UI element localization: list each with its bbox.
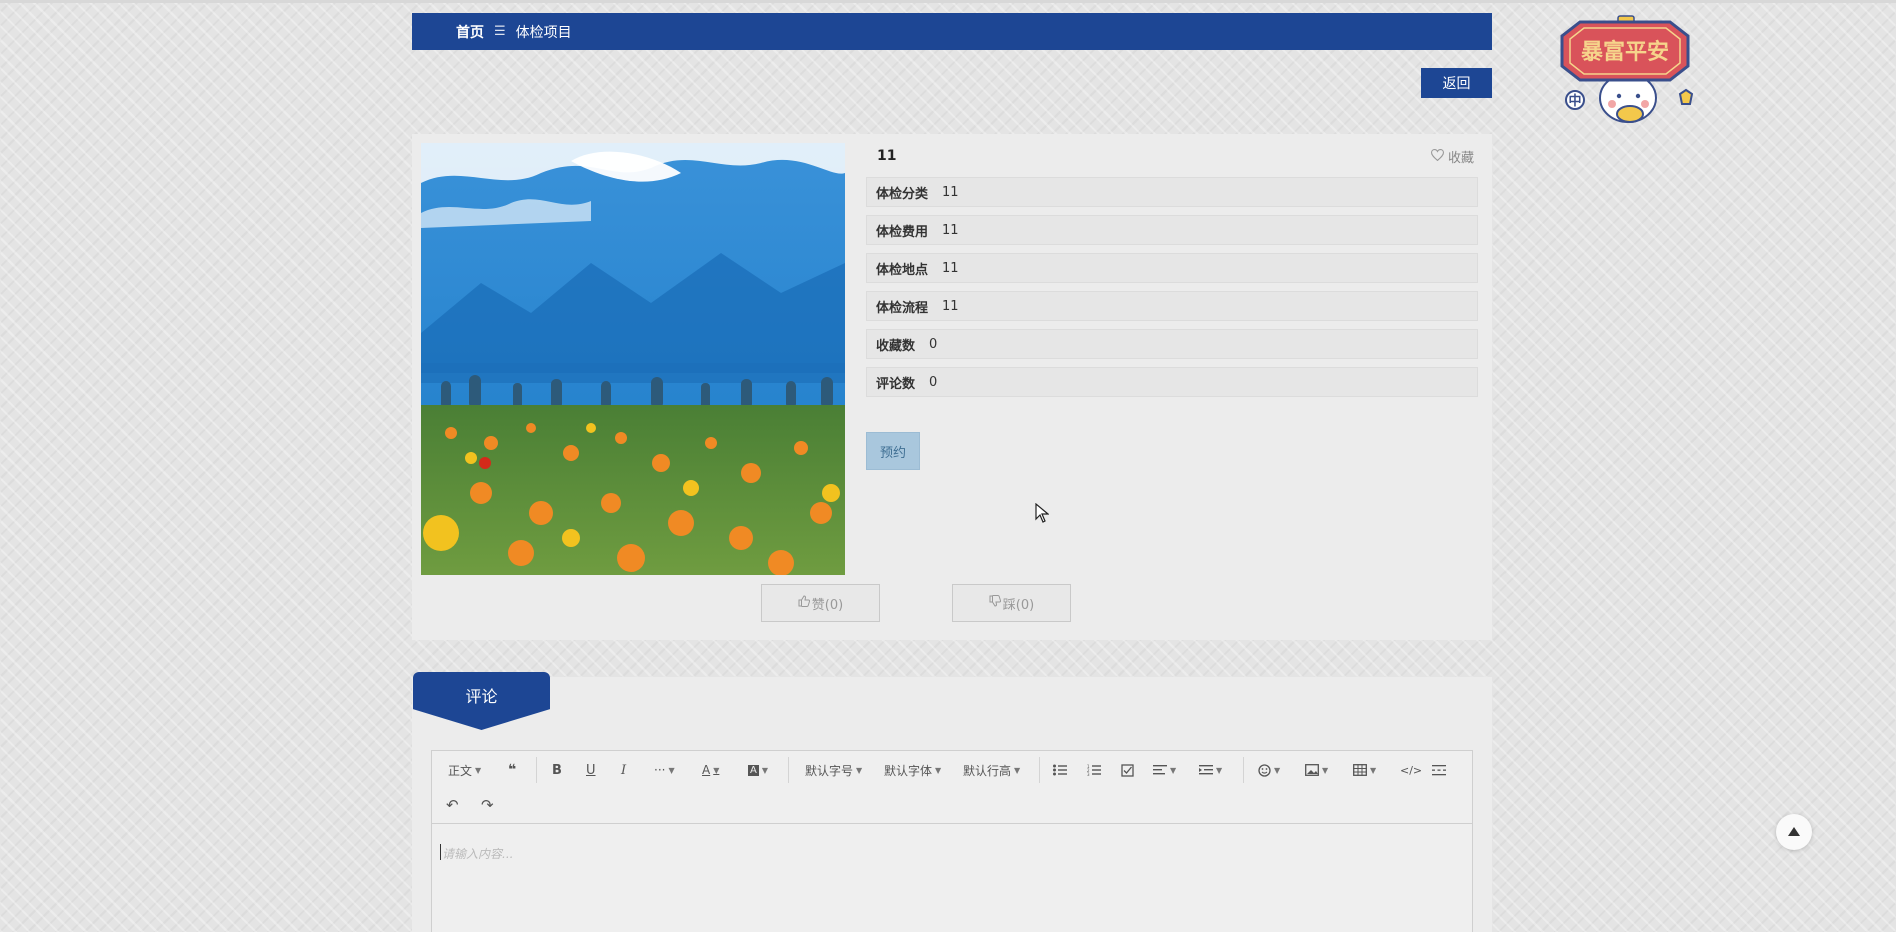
sticker-logo: 中 暴富平安	[1550, 14, 1700, 130]
back-to-top-button[interactable]	[1776, 814, 1812, 850]
paragraph-style-label: 正文	[448, 763, 473, 778]
dislike-button[interactable]: 踩(0)	[952, 584, 1071, 622]
align-icon[interactable]: ▼	[1153, 760, 1176, 780]
row-value: 11	[942, 298, 959, 314]
arrow-up-icon	[1788, 824, 1800, 840]
code-icon[interactable]: </>	[1400, 760, 1422, 780]
quote-icon[interactable]: ❝	[508, 760, 516, 780]
favorite-button[interactable]: 收藏	[1430, 147, 1474, 166]
toolbar-divider	[1039, 757, 1040, 783]
toolbar-divider	[536, 757, 537, 783]
undo-icon[interactable]: ↶	[446, 795, 459, 815]
row-value: 0	[929, 374, 938, 390]
item-title: 11	[877, 148, 897, 164]
reserve-button[interactable]: 预约	[866, 432, 920, 470]
like-label: 赞(0)	[811, 597, 844, 613]
breadcrumb-current: 体检项目	[515, 24, 572, 41]
detail-row-fee: 体检费用 11	[866, 215, 1478, 245]
more-styles-icon[interactable]: ··· ▼	[654, 760, 675, 780]
row-label: 体检流程	[876, 300, 929, 316]
row-value: 11	[942, 222, 959, 238]
task-list-icon[interactable]	[1121, 760, 1134, 780]
text-caret	[440, 844, 441, 860]
favorite-label: 收藏	[1447, 151, 1474, 166]
numbered-list-icon[interactable]: 123	[1087, 760, 1101, 780]
detail-row-location: 体检地点 11	[866, 253, 1478, 283]
comment-input[interactable]: 请输入内容...	[432, 824, 1472, 932]
row-value: 11	[942, 260, 959, 276]
table-icon[interactable]: ▼	[1353, 760, 1376, 780]
detail-row-category: 体检分类 11	[866, 177, 1478, 207]
emoji-icon[interactable]: ▼	[1258, 760, 1280, 780]
back-button[interactable]: 返回	[1421, 68, 1492, 98]
editor-toolbar: 正文 ▼ ❝ B U I ··· ▼ A ▼ A ▼ 默认字号 ▼ 默认字体 ▼ 默认行高 ▼	[432, 751, 1472, 824]
detail-row-comment-count: 评论数 0	[866, 367, 1478, 397]
dislike-label: 踩(0)	[1002, 597, 1035, 613]
thumbs-up-icon	[798, 595, 810, 611]
row-label: 体检地点	[876, 262, 929, 278]
detail-row-favorite-count: 收藏数 0	[866, 329, 1478, 359]
underline-icon[interactable]: U	[586, 760, 596, 780]
toolbar-divider	[1243, 757, 1244, 783]
row-label: 收藏数	[876, 338, 916, 354]
row-value: 11	[942, 184, 959, 200]
paragraph-style-dropdown[interactable]: 正文 ▼	[448, 760, 481, 780]
divider-line-icon[interactable]	[1432, 760, 1446, 780]
rich-text-editor: 正文 ▼ ❝ B U I ··· ▼ A ▼ A ▼ 默认字号 ▼ 默认字体 ▼ 默认行高 ▼	[431, 750, 1473, 932]
sticker-left-char: 中	[1568, 93, 1581, 109]
row-label: 体检分类	[876, 186, 929, 202]
breadcrumb: 首页 ☰ 体检项目	[412, 13, 1492, 50]
top-border	[0, 0, 1896, 3]
row-label: 体检费用	[876, 224, 929, 240]
comment-section: 评论 正文 ▼ ❝ B U I ··· ▼ A ▼ A ▼ 默认字号 ▼ 默认字体 ▼ 默认…	[412, 672, 1492, 932]
font-size-dropdown[interactable]: 默认字号 ▼	[805, 760, 862, 780]
heart-outline-icon	[1430, 148, 1444, 165]
bold-icon[interactable]: B	[552, 760, 562, 780]
row-value: 0	[929, 336, 938, 352]
redo-icon[interactable]: ↷	[481, 795, 494, 815]
comment-tab[interactable]: 评论	[413, 672, 550, 730]
like-button[interactable]: 赞(0)	[761, 584, 880, 622]
breadcrumb-home-link[interactable]: 首页	[456, 22, 484, 42]
comment-tab-label: 评论	[465, 687, 498, 706]
font-family-label: 默认字体	[884, 763, 933, 778]
bulleted-list-icon[interactable]	[1053, 760, 1067, 780]
font-color-icon[interactable]: A ▼	[702, 760, 719, 780]
thumbs-down-icon	[989, 595, 1001, 611]
svg-text:3: 3	[1087, 772, 1090, 776]
detail-panel: 11 收藏 体检分类 11 体检费用 11 体检地点 11 体检流程 11 收藏…	[412, 134, 1492, 640]
toolbar-divider	[788, 757, 789, 783]
line-height-dropdown[interactable]: 默认行高 ▼	[963, 760, 1020, 780]
menu-icon: ☰	[494, 24, 506, 39]
mouse-cursor-icon	[1035, 502, 1050, 527]
indent-icon[interactable]: ▼	[1199, 760, 1222, 780]
row-label: 评论数	[876, 376, 916, 392]
comment-placeholder: 请输入内容...	[442, 847, 514, 861]
font-size-label: 默认字号	[805, 763, 854, 778]
image-icon[interactable]: ▼	[1305, 760, 1328, 780]
detail-row-process: 体检流程 11	[866, 291, 1478, 321]
sticker-text: 暴富平安	[1580, 39, 1669, 65]
product-image	[421, 143, 845, 575]
detail-info: 11 收藏 体检分类 11 体检费用 11 体检地点 11 体检流程 11 收藏…	[866, 143, 1478, 397]
font-family-dropdown[interactable]: 默认字体 ▼	[884, 760, 941, 780]
line-height-label: 默认行高	[963, 763, 1012, 778]
italic-icon[interactable]: I	[621, 760, 626, 780]
background-color-icon[interactable]: A ▼	[748, 760, 768, 780]
